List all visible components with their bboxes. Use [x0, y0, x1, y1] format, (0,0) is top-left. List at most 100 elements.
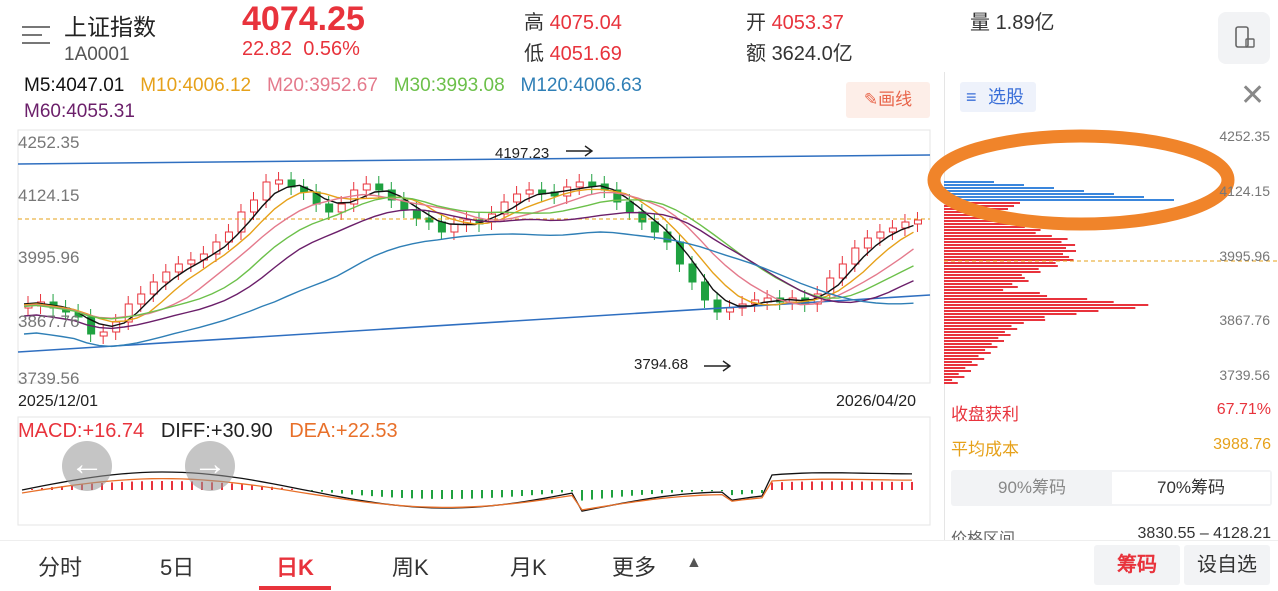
chip-bar [944, 352, 991, 354]
chip-bar [944, 334, 1011, 336]
candle-body [325, 203, 334, 213]
high-arrow [566, 145, 594, 157]
add-watchlist-button[interactable]: 设自选 [1184, 545, 1270, 585]
start-date: 2025/12/01 [18, 393, 99, 410]
candle-body [362, 183, 371, 191]
stock-code: 1A0001 [64, 44, 130, 65]
chip-bar [944, 331, 1005, 333]
scroll-left-button[interactable]: ← [62, 441, 112, 491]
chips-button[interactable]: 筹码 [1094, 545, 1180, 585]
amount-stat: 额 3624.0亿 [746, 37, 853, 66]
tab-intraday[interactable]: 分时 [38, 550, 82, 582]
chip-bar [944, 262, 1056, 264]
volume-value: 1.89亿 [995, 12, 1055, 34]
chip-bar [944, 292, 1040, 294]
candle-body [375, 183, 384, 191]
chip-bar [944, 370, 971, 372]
chip-70-option[interactable]: 70%筹码 [1112, 472, 1270, 504]
last-price: 4074.25 [242, 0, 365, 38]
macd-value: MACD:+16.74 [18, 420, 145, 442]
chip-bar [944, 358, 985, 360]
close-icon[interactable]: ✕ [1240, 81, 1265, 111]
overlay [17, 145, 931, 512]
price-tick-bottom: 3739.56 [18, 369, 80, 388]
chip-bar [944, 325, 1012, 327]
candle-body [262, 181, 271, 201]
chip-tick-upper: 4124.15 [1219, 183, 1270, 199]
candle-body [701, 281, 709, 301]
chip-90-option[interactable]: 90%筹码 [953, 472, 1111, 504]
chip-bar [944, 382, 958, 384]
candle-body [412, 209, 421, 219]
candle-body [588, 181, 597, 187]
menu-icon[interactable] [22, 26, 50, 46]
volume-stat: 量 1.89亿 [970, 6, 1055, 35]
amount-label: 额 [746, 43, 766, 65]
chip-bar [944, 367, 966, 369]
price-range-label: 价格区间 [951, 531, 1016, 540]
low-arrow [704, 360, 732, 372]
chip-bar [944, 283, 1013, 285]
chip-tick-lower: 3867.76 [1219, 312, 1270, 328]
caret-up-icon[interactable]: ▲ [686, 554, 702, 572]
stock-picker-label: 选股 [988, 87, 1024, 107]
chip-tick-middle: 3995.96 [1219, 248, 1270, 264]
chip-bar [944, 310, 1099, 312]
dea-line [21, 477, 912, 511]
chip-bar [944, 349, 986, 351]
tab-5day[interactable]: 5日 [160, 550, 194, 582]
candle-body [437, 221, 446, 233]
chip-bar [944, 337, 999, 339]
chip-bar [944, 253, 1063, 255]
chip-bar [944, 319, 1046, 321]
chip-bar [944, 376, 965, 378]
chip-bar [944, 307, 1136, 309]
candle-body [162, 271, 171, 283]
low-stat: 低 4051.69 [524, 37, 622, 66]
orange-highlight-ring [927, 129, 1235, 231]
tab-daily-k[interactable]: 日K [276, 550, 314, 582]
chip-bar [944, 289, 1004, 291]
chip-bar [944, 256, 1070, 258]
scroll-right-button[interactable]: → [185, 441, 235, 491]
price-change: 22.82 0.56% [242, 38, 360, 61]
price-tick-middle: 3995.96 [18, 248, 80, 267]
chip-bar [944, 235, 1052, 237]
period-high-label: 4197.23 [495, 145, 550, 162]
arrow-left-icon: ← [70, 445, 104, 483]
change-value: 22.82 [242, 38, 293, 60]
chip-bar [944, 355, 979, 357]
candle-body [149, 281, 158, 295]
candle-body [513, 193, 522, 203]
chip-bar [944, 268, 1039, 270]
low-label: 低 [524, 43, 544, 65]
tab-more[interactable]: 更多 [612, 550, 656, 582]
chip-bar [944, 298, 1088, 300]
active-tab-indicator [259, 586, 331, 590]
candle-body [913, 219, 922, 225]
candle-body [237, 211, 246, 233]
candle-body [450, 223, 459, 233]
candle-body [137, 293, 146, 305]
candle-body [688, 263, 697, 283]
rotate-screen-button[interactable] [1218, 12, 1270, 64]
diff-line [21, 471, 913, 512]
phone-rotate-icon [1235, 26, 1255, 48]
stock-picker-button[interactable]: ≡ 选股 [960, 82, 1036, 112]
candle-body [851, 247, 860, 265]
candlestick-chart[interactable] [0, 72, 942, 540]
candle-body [187, 259, 196, 265]
volume-label: 量 [970, 12, 990, 34]
tab-monthly-k[interactable]: 月K [510, 550, 547, 582]
tab-weekly-k[interactable]: 周K [392, 550, 429, 582]
chip-bar [944, 343, 992, 345]
candle-body [650, 221, 659, 233]
chip-bar [944, 238, 1068, 240]
chip-bar [944, 271, 1041, 273]
chip-bar [944, 274, 1022, 276]
price-tick-lower: 3867.76 [18, 312, 80, 331]
dea-value: DEA:+22.53 [289, 420, 398, 442]
quote-header: 上证指数 1A0001 4074.25 22.82 0.56% 高 4075.0… [0, 0, 1278, 72]
end-date: 2026/04/20 [836, 393, 917, 410]
chip-bar [944, 304, 1149, 306]
